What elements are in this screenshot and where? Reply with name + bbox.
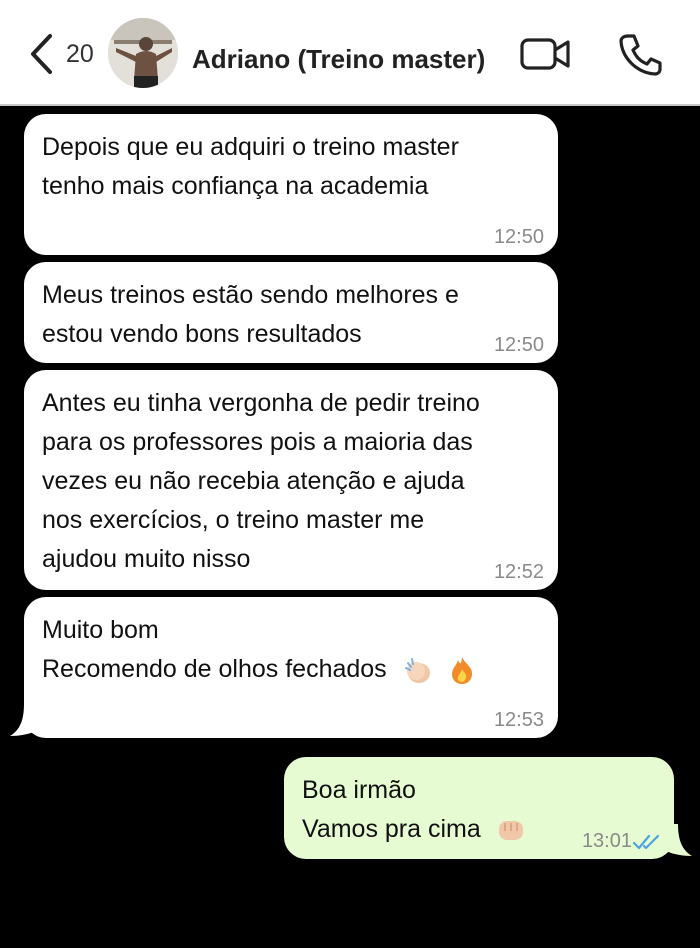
- message-text: para os professores pois a maioria das: [42, 428, 473, 456]
- message-time: 12:52: [493, 561, 544, 583]
- voice-call-button[interactable]: [618, 32, 662, 81]
- message-line: Recomendo de olhos fechados: [42, 650, 540, 689]
- message-text: Antes eu tinha vergonha de pedir treino: [42, 389, 480, 417]
- fire-emoji: [451, 657, 472, 685]
- contact-name[interactable]: Adriano (Treino master): [192, 44, 485, 75]
- message-text: Vamos pra cima: [302, 815, 481, 843]
- clapping-hands-emoji: [404, 658, 430, 684]
- avatar[interactable]: [108, 18, 178, 88]
- fist-bump-emoji: [498, 821, 523, 841]
- chat-header: 20 Adriano (Treino master): [0, 0, 700, 106]
- message-text: tenho mais confiança na academia: [42, 172, 429, 200]
- message-bubble-incoming[interactable]: Muito bom Recomendo de olhos fechados 12…: [24, 597, 558, 738]
- message-text: Meus treinos estão sendo melhores e: [42, 281, 459, 309]
- message-text: vezes eu não recebia atenção e ajuda: [42, 467, 465, 495]
- message-bubble-incoming[interactable]: Antes eu tinha vergonha de pedir treino …: [24, 370, 558, 590]
- message-time: 12:50: [493, 334, 544, 356]
- message-bubble-incoming[interactable]: Depois que eu adquiri o treino master te…: [24, 114, 558, 255]
- message-time: 13:01: [581, 830, 632, 852]
- message-bubble-outgoing[interactable]: Boa irmão Vamos pra cima 13:01: [284, 757, 674, 859]
- phone-icon: [619, 34, 662, 76]
- message-time: 12:50: [493, 226, 544, 248]
- message-text: Boa irmão: [302, 776, 416, 804]
- double-check-icon: [632, 834, 660, 850]
- message-list[interactable]: Depois que eu adquiri o treino master te…: [0, 106, 700, 948]
- message-bubble-incoming[interactable]: Meus treinos estão sendo melhores e esto…: [24, 262, 558, 363]
- message-text: Depois que eu adquiri o treino master: [42, 133, 459, 161]
- message-text: estou vendo bons resultados: [42, 320, 362, 348]
- video-call-button[interactable]: [520, 36, 572, 77]
- chevron-left-icon: [31, 34, 52, 74]
- unread-count: 20: [66, 40, 94, 68]
- message-time: 12:53: [493, 709, 544, 731]
- video-camera-icon: [520, 38, 570, 70]
- message-text: Recomendo de olhos fechados: [42, 655, 387, 683]
- back-button[interactable]: 20: [28, 32, 108, 76]
- avatar-image: [108, 18, 178, 88]
- message-text: nos exercícios, o treino master me: [42, 506, 425, 534]
- message-text: ajudou muito nisso: [42, 545, 251, 573]
- message-text: Muito bom: [42, 616, 159, 644]
